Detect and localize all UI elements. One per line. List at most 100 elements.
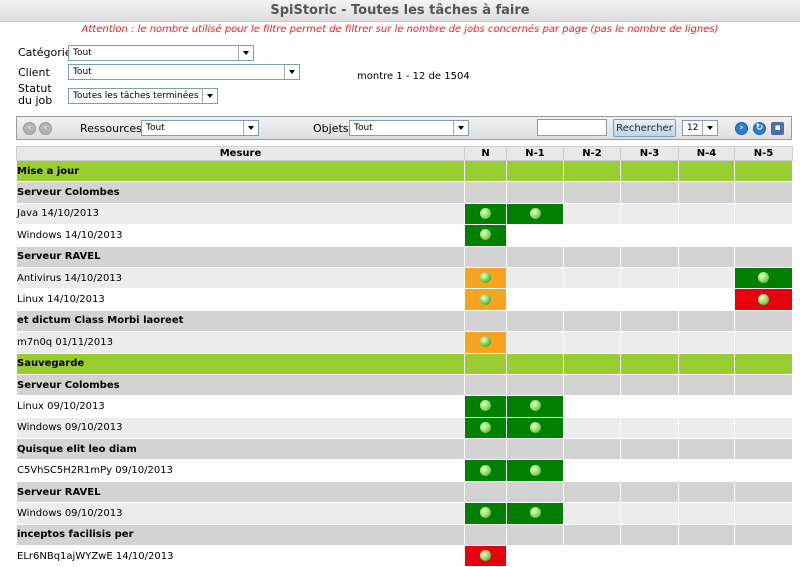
- save-icon[interactable]: ▪: [771, 122, 784, 135]
- refresh-icon[interactable]: ↻: [753, 122, 766, 135]
- category-cell: [464, 159, 507, 183]
- status-cell[interactable]: [506, 459, 564, 482]
- category-label: Sauvegarde: [16, 352, 465, 375]
- previous-page-icon[interactable]: ‹: [23, 122, 36, 135]
- group-row: Quisque elit leo diam: [16, 438, 793, 461]
- group-cell: [563, 523, 621, 547]
- status-cell[interactable]: [464, 224, 507, 247]
- categorie-select[interactable]: Tout: [68, 45, 254, 61]
- status-cell: [734, 545, 793, 567]
- job-label: Windows 09/10/2013: [16, 502, 465, 525]
- column-header: N-5: [734, 146, 793, 161]
- status-cell: [506, 331, 564, 354]
- table-row: Windows 09/10/2013: [16, 416, 793, 440]
- status-cell[interactable]: [464, 266, 507, 290]
- category-cell: [563, 352, 621, 375]
- group-row: Serveur RAVEL: [16, 245, 793, 268]
- status-cell[interactable]: [464, 288, 507, 311]
- objets-label: Objets: [313, 122, 349, 135]
- status-cell: [563, 502, 621, 525]
- status-cell: [734, 224, 793, 247]
- group-row: Serveur Colombes: [16, 181, 793, 204]
- client-select[interactable]: Tout: [68, 64, 300, 80]
- group-cell: [464, 480, 507, 504]
- status-cell: [678, 266, 735, 290]
- status-cell: [563, 545, 621, 567]
- status-cell: [734, 416, 793, 440]
- status-cell: [678, 459, 735, 482]
- job-label: C5VhSC5H2R1mPy 09/10/2013: [16, 459, 465, 482]
- status-cell: [678, 202, 735, 226]
- group-cell: [563, 181, 621, 204]
- first-page-icon[interactable]: ‹: [39, 122, 52, 135]
- sync-status-icon: [480, 207, 491, 219]
- next-page-icon[interactable]: ›: [735, 122, 748, 135]
- status-cell: [678, 288, 735, 311]
- search-button[interactable]: Rechercher: [613, 119, 676, 137]
- category-cell: [734, 159, 793, 183]
- column-header: N-3: [620, 146, 679, 161]
- status-cell: [678, 416, 735, 440]
- chevron-down-icon: [238, 46, 253, 60]
- categorie-select-value: Tout: [73, 48, 92, 58]
- status-cell[interactable]: [464, 202, 507, 226]
- search-input[interactable]: [537, 119, 607, 136]
- chevron-down-icon: [284, 65, 299, 79]
- status-cell: [563, 395, 621, 418]
- page-size-select[interactable]: 12: [682, 120, 718, 136]
- jobs-table: Mesure N N-1 N-2 N-3 N-4 N-5 Mise a jour Serveu…: [16, 146, 793, 567]
- status-cell[interactable]: [464, 331, 507, 354]
- status-cell: [563, 224, 621, 247]
- status-cell[interactable]: [734, 288, 793, 311]
- status-cell[interactable]: [734, 266, 793, 290]
- page-size-value: 12: [687, 123, 699, 133]
- status-cell[interactable]: [464, 459, 507, 482]
- status-cell[interactable]: [506, 202, 564, 226]
- group-cell: [506, 309, 564, 333]
- category-cell: [734, 352, 793, 375]
- status-cell[interactable]: [506, 502, 564, 525]
- group-cell: [734, 523, 793, 547]
- group-cell: [464, 438, 507, 461]
- status-cell[interactable]: [506, 395, 564, 418]
- status-cell: [734, 202, 793, 226]
- sync-status-icon: [480, 272, 491, 284]
- sync-status-icon: [480, 293, 491, 305]
- table-row: m7n0q 01/11/2013: [16, 331, 793, 354]
- job-label: m7n0q 01/11/2013: [16, 331, 465, 354]
- ressources-select[interactable]: Tout: [141, 120, 259, 136]
- status-cell: [620, 266, 679, 290]
- status-cell[interactable]: [464, 416, 507, 440]
- column-header: N-2: [563, 146, 621, 161]
- category-cell: [620, 159, 679, 183]
- status-cell[interactable]: [506, 416, 564, 440]
- sync-status-icon: [529, 464, 541, 476]
- group-cell: [506, 523, 564, 547]
- status-cell[interactable]: [464, 502, 507, 525]
- statut-select[interactable]: Toutes les tâches terminées: [68, 88, 218, 104]
- categorie-label: Catégorie: [18, 46, 72, 59]
- group-cell: [678, 245, 735, 268]
- group-cell: [734, 373, 793, 397]
- table-row: Windows 14/10/2013: [16, 224, 793, 247]
- group-cell: [506, 373, 564, 397]
- group-cell: [506, 438, 564, 461]
- group-cell: [620, 309, 679, 333]
- chevron-down-icon: [453, 121, 468, 135]
- group-cell: [678, 373, 735, 397]
- status-cell: [563, 288, 621, 311]
- group-cell: [620, 245, 679, 268]
- status-cell[interactable]: [464, 545, 507, 567]
- status-cell[interactable]: [464, 395, 507, 418]
- group-cell: [734, 309, 793, 333]
- group-cell: [506, 480, 564, 504]
- group-label: Serveur Colombes: [16, 373, 465, 397]
- job-label: Java 14/10/2013: [16, 202, 465, 226]
- group-row: Serveur Colombes: [16, 373, 793, 397]
- objets-select[interactable]: Tout: [349, 120, 469, 136]
- table-header-row: Mesure N N-1 N-2 N-3 N-4 N-5: [16, 146, 793, 161]
- group-cell: [734, 245, 793, 268]
- chevron-down-icon: [702, 121, 717, 135]
- sync-status-icon: [480, 507, 491, 519]
- status-cell: [620, 502, 679, 525]
